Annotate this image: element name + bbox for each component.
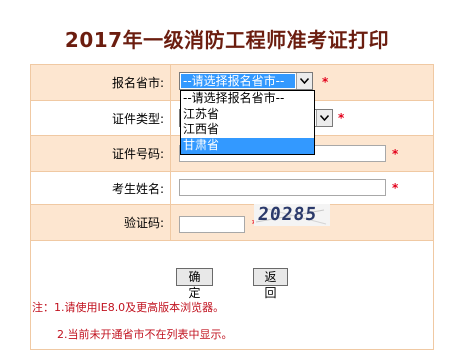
required-mark: * xyxy=(392,147,399,161)
note-line-1: 注：1.请使用IE8.0及更高版本浏览器。 xyxy=(32,301,225,314)
captcha-code: 20285 xyxy=(256,204,319,225)
dropdown-option[interactable]: 江西省 xyxy=(181,122,314,138)
captcha-label: 验证码: xyxy=(31,205,171,240)
chevron-down-icon[interactable] xyxy=(296,73,312,89)
dropdown-option-highlighted[interactable]: 甘肃省 xyxy=(181,138,314,154)
province-dropdown-list[interactable]: --请选择报名省市-- 江苏省 江西省 甘肃省 xyxy=(180,90,315,155)
required-mark: * xyxy=(322,75,329,89)
dropdown-option[interactable]: 江苏省 xyxy=(181,107,314,123)
captcha-image[interactable]: 20285 xyxy=(254,204,330,226)
captcha-input[interactable] xyxy=(179,216,245,233)
cert-type-label: 证件类型: xyxy=(31,101,171,135)
chevron-down-icon[interactable] xyxy=(316,110,332,126)
name-row: 考生姓名: * xyxy=(31,172,433,205)
required-mark: * xyxy=(392,181,399,195)
dropdown-option[interactable]: --请选择报名省市-- xyxy=(181,91,314,107)
back-button[interactable]: 返 回 xyxy=(253,268,288,300)
note-line-2: 2.当前未开通省市不在列表中显示。 xyxy=(57,328,233,341)
confirm-button[interactable]: 确 定 xyxy=(176,268,213,300)
cert-number-label: 证件号码: xyxy=(31,136,171,171)
province-select-value: --请选择报名省市-- xyxy=(181,74,295,88)
province-select[interactable]: --请选择报名省市-- xyxy=(179,72,313,90)
captcha-row: 验证码: * xyxy=(31,205,433,241)
name-label: 考生姓名: xyxy=(31,172,171,204)
page-title: 2017年一级消防工程师准考证打印 xyxy=(64,28,390,52)
province-label: 报名省市: xyxy=(31,65,171,100)
required-mark: * xyxy=(338,111,345,125)
name-input[interactable] xyxy=(179,179,386,196)
